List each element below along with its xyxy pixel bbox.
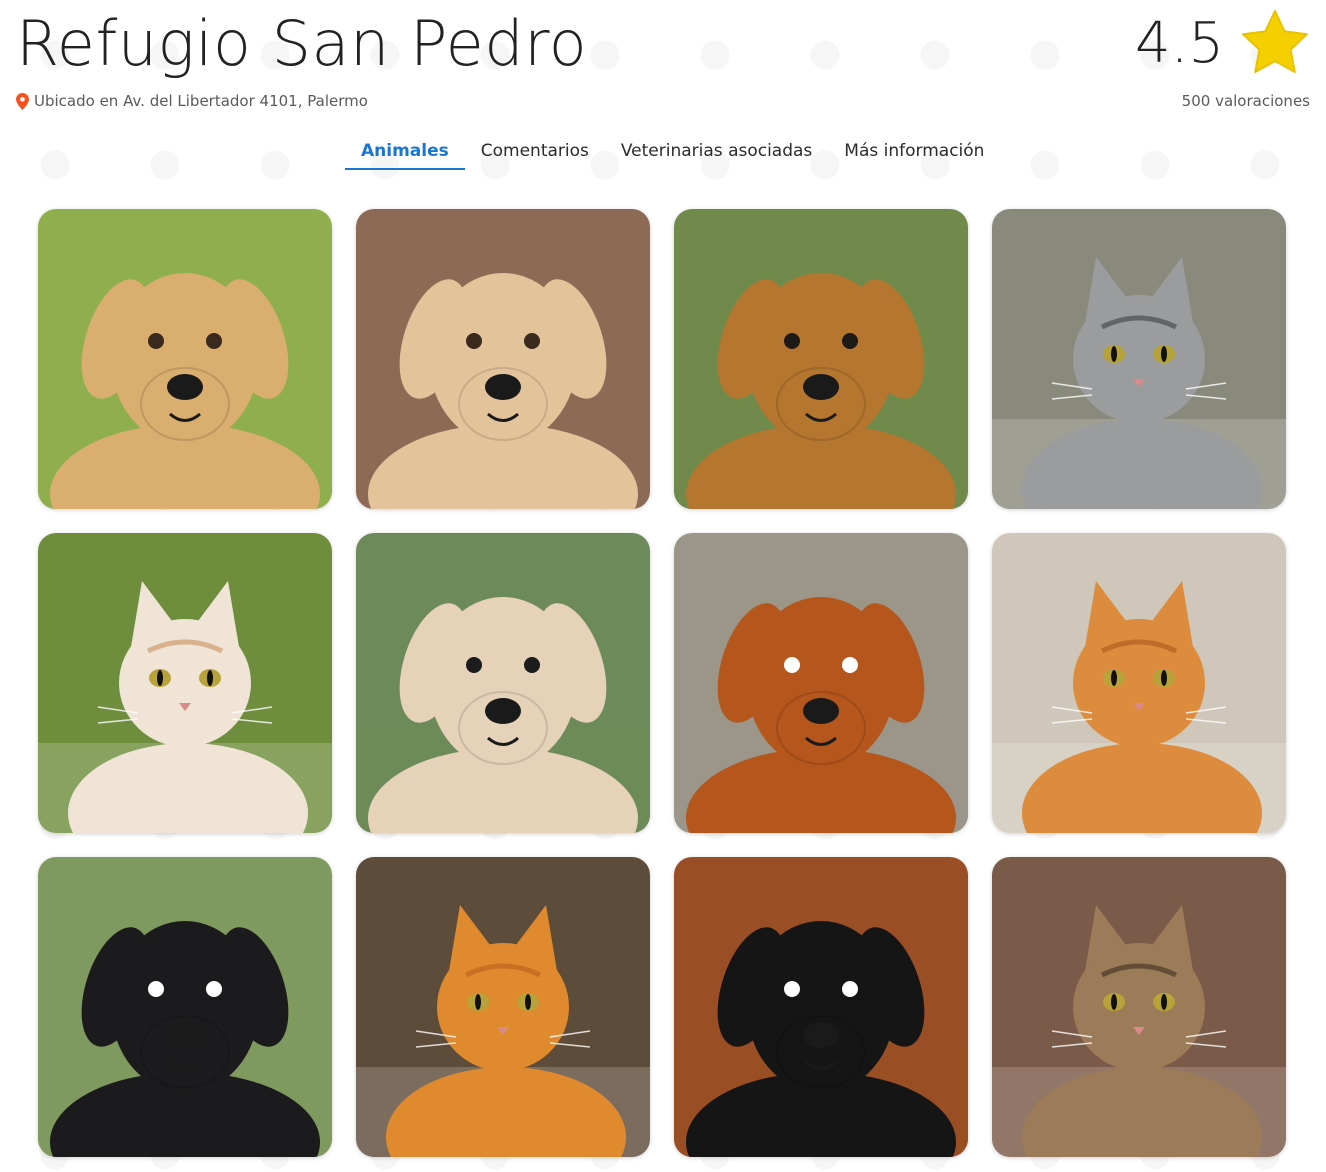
dog-photo-card[interactable]: [674, 209, 968, 509]
animal-grid: [38, 209, 1286, 1157]
dog-photo-card[interactable]: [356, 209, 650, 509]
cat-photo-card[interactable]: [992, 857, 1286, 1157]
dog-photo-card[interactable]: [674, 533, 968, 833]
cat-photo-card[interactable]: [38, 533, 332, 833]
location-text: Ubicado en Av. del Libertador 4101, Pale…: [34, 92, 368, 110]
rating-value: 4.5: [1134, 11, 1224, 76]
dog-photo-card[interactable]: [38, 857, 332, 1157]
tab-veterinarias-asociadas[interactable]: Veterinarias asociadas: [605, 136, 828, 170]
dog-photo-card[interactable]: [38, 209, 332, 509]
cat-photo-card[interactable]: [992, 533, 1286, 833]
map-pin-icon: [16, 92, 29, 110]
tab-mas-informacion[interactable]: Más información: [828, 136, 1000, 170]
star-icon: [1242, 10, 1308, 78]
tab-animales[interactable]: Animales: [345, 136, 465, 170]
reviews-count: 500 valoraciones: [1181, 92, 1310, 110]
location-line: Ubicado en Av. del Libertador 4101, Pale…: [16, 91, 368, 111]
page-title: Refugio San Pedro: [16, 7, 588, 80]
tab-bar: Animales Comentarios Veterinarias asocia…: [345, 136, 1000, 170]
tab-comentarios[interactable]: Comentarios: [465, 136, 605, 170]
rating-summary: 4.5: [1135, 8, 1308, 80]
dog-photo-card[interactable]: [356, 533, 650, 833]
dog-photo-card[interactable]: [674, 857, 968, 1157]
cat-photo-card[interactable]: [356, 857, 650, 1157]
cat-photo-card[interactable]: [992, 209, 1286, 509]
